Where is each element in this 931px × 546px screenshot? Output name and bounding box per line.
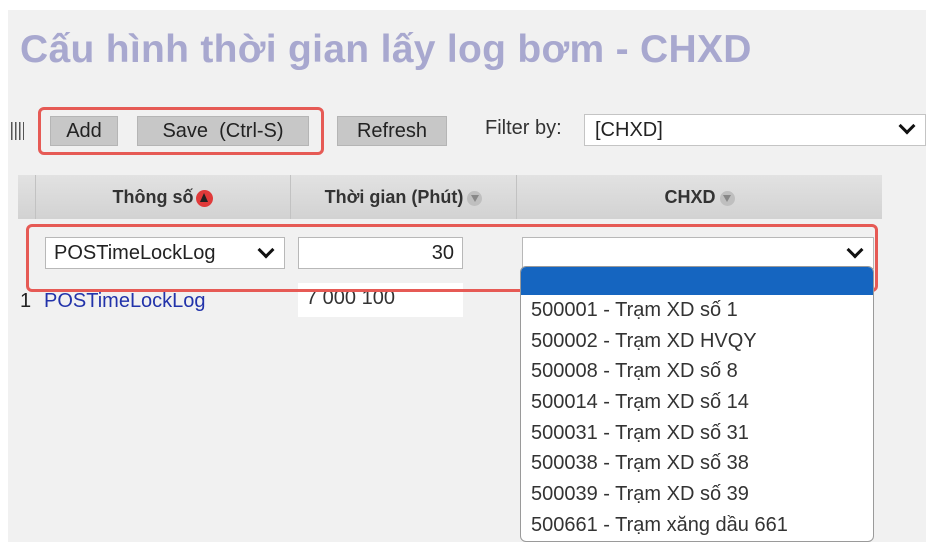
dropdown-option[interactable]: 500031 - Trạm XD số 31 xyxy=(521,418,873,449)
param-select[interactable]: POSTimeLockLog xyxy=(45,237,285,269)
row-minutes-value[interactable]: 7 000 100 xyxy=(298,283,463,317)
dropdown-option[interactable]: 500038 - Trạm XD số 38 xyxy=(521,448,873,479)
sort-icon[interactable] xyxy=(467,190,483,206)
header-chxd[interactable]: CHXD xyxy=(517,175,882,219)
chevron-down-icon xyxy=(846,241,864,259)
chxd-select[interactable] xyxy=(522,237,874,269)
header-label: Thời gian (Phút) xyxy=(324,187,464,207)
table-header: Thông số Thời gian (Phút) CHXD xyxy=(18,175,882,219)
dropdown-selected-option[interactable] xyxy=(521,267,873,295)
header-thoi-gian[interactable]: Thời gian (Phút) xyxy=(291,175,517,219)
filter-select[interactable]: [CHXD] xyxy=(584,114,926,146)
page-title: Cấu hình thời gian lấy log bơm - CHXD xyxy=(20,28,752,71)
dropdown-option[interactable]: 500014 - Trạm XD số 14 xyxy=(521,387,873,418)
header-label: CHXD xyxy=(664,187,716,207)
chevron-down-icon xyxy=(898,117,916,135)
dropdown-option[interactable]: 500661 - Trạm xăng dầu 661 xyxy=(521,510,873,541)
dropdown-option[interactable]: 500001 - Trạm XD số 1 xyxy=(521,295,873,326)
dropdown-option[interactable]: 500008 - Trạm XD số 8 xyxy=(521,356,873,387)
dropdown-option[interactable]: 500039 - Trạm XD số 39 xyxy=(521,479,873,510)
chevron-down-icon xyxy=(257,241,275,259)
row-param-link[interactable]: POSTimeLockLog xyxy=(44,290,206,313)
sort-icon[interactable] xyxy=(719,190,735,206)
dropdown-option[interactable]: 500002 - Trạm XD HVQY xyxy=(521,326,873,357)
refresh-button[interactable]: Refresh xyxy=(337,116,447,146)
header-thong-so[interactable]: Thông số xyxy=(36,175,291,219)
toolbar-grip-icon[interactable] xyxy=(11,122,24,140)
param-select-value: POSTimeLockLog xyxy=(54,242,216,264)
header-spacer xyxy=(18,175,36,219)
save-button[interactable]: Save (Ctrl-S) xyxy=(137,116,309,146)
header-label: Thông số xyxy=(112,187,194,207)
row-index: 1 xyxy=(20,290,32,312)
minutes-input[interactable]: 30 xyxy=(298,237,463,269)
filter-select-value: [CHXD] xyxy=(595,119,663,141)
chxd-dropdown-list[interactable]: 500001 - Trạm XD số 1 500002 - Trạm XD H… xyxy=(520,266,874,542)
filter-label: Filter by: xyxy=(485,117,562,139)
add-button[interactable]: Add xyxy=(50,116,118,146)
sort-asc-icon[interactable] xyxy=(196,189,214,207)
